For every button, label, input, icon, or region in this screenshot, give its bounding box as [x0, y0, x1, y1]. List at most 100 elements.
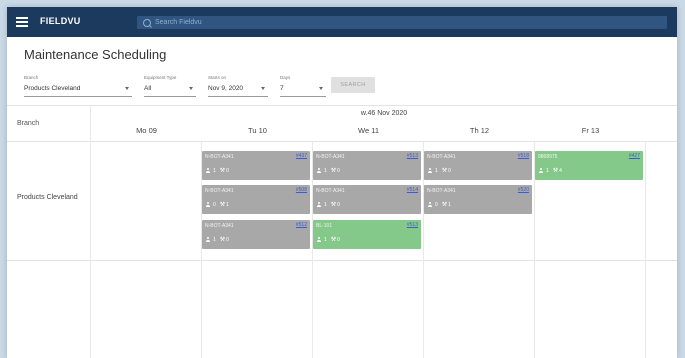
card-equipment-name: N-BOT-A341	[205, 188, 234, 194]
card-meta: 1 ⚒ 0	[316, 168, 340, 174]
person-icon	[316, 237, 322, 243]
days-underline	[280, 96, 326, 97]
card-people-count: 0	[213, 202, 216, 208]
card-meta: 1 ⚒ 0	[316, 237, 340, 243]
card-people-count: 1	[435, 168, 438, 174]
day-header-tue: Tu 10	[248, 126, 267, 135]
card-work-order-link[interactable]: #514	[407, 187, 418, 193]
menu-icon[interactable]	[16, 17, 28, 27]
card-meta: 0 ⚒ 1	[205, 202, 229, 208]
card-meta: 1 ⚒ 0	[205, 168, 229, 174]
schedule-card[interactable]: N-BOT-A341 #508 0 ⚒ 1	[202, 185, 310, 214]
wrench-icon: ⚒	[219, 202, 226, 208]
person-icon	[427, 168, 433, 174]
brand-logo[interactable]: FIELDVU	[40, 16, 81, 26]
search-icon	[143, 18, 151, 27]
card-tools-count: 0	[337, 237, 340, 243]
starts-on-underline	[208, 96, 268, 97]
card-meta: 1 ⚒ 0	[205, 237, 229, 243]
person-icon	[316, 168, 322, 174]
card-equipment-name: BL-101	[316, 223, 333, 229]
card-work-order-link[interactable]: #512	[296, 222, 307, 228]
card-equipment-name: 9868975	[538, 154, 558, 160]
top-app-bar: FIELDVU Search Fieldvu	[7, 7, 677, 37]
card-tools-count: 0	[337, 168, 340, 174]
person-icon	[316, 202, 322, 208]
starts-on-label: Starts on	[208, 75, 227, 80]
card-tools-count: 0	[226, 237, 229, 243]
card-meta: 0 ⚒ 1	[427, 202, 451, 208]
card-equipment-name: N-BOT-A341	[205, 154, 234, 160]
week-label: w.46 Nov 2020	[360, 110, 408, 117]
card-people-count: 1	[324, 168, 327, 174]
card-people-count: 1	[324, 237, 327, 243]
schedule-card[interactable]: 9868975 #427 1 ⚒ 4	[535, 151, 643, 180]
schedule-card[interactable]: N-BOT-A341 #437 1 ⚒ 0	[202, 151, 310, 180]
grid-divider	[90, 105, 91, 358]
card-people-count: 1	[546, 168, 549, 174]
card-work-order-link[interactable]: #437	[296, 153, 307, 159]
schedule-card[interactable]: N-BOT-A341 #514 1 ⚒ 0	[313, 185, 421, 214]
person-icon	[205, 237, 211, 243]
schedule-card[interactable]: N-BOT-A341 #513 1 ⚒ 0	[313, 151, 421, 180]
chevron-down-icon	[189, 87, 193, 90]
wrench-icon: ⚒	[330, 168, 337, 174]
day-header-wed: We 11	[358, 126, 379, 135]
card-equipment-name: N-BOT-A341	[316, 154, 345, 160]
person-icon	[427, 202, 433, 208]
wrench-icon: ⚒	[219, 237, 226, 243]
card-equipment-name: N-BOT-A341	[427, 188, 456, 194]
card-people-count: 1	[213, 168, 216, 174]
person-icon	[205, 168, 211, 174]
card-equipment-name: N-BOT-A341	[316, 188, 345, 194]
search-button[interactable]: SEARCH	[331, 77, 375, 93]
card-meta: 1 ⚒ 0	[427, 168, 451, 174]
card-tools-count: 1	[448, 202, 451, 208]
schedule-card[interactable]: N-BOT-A341 #512 1 ⚒ 0	[202, 220, 310, 249]
schedule-card[interactable]: BL-101 #513 1 ⚒ 0	[313, 220, 421, 249]
grid-divider	[645, 141, 646, 358]
grid-top-border	[7, 105, 677, 106]
card-work-order-link[interactable]: #508	[296, 187, 307, 193]
wrench-icon: ⚒	[552, 168, 559, 174]
branch-column-header: Branch	[17, 120, 40, 127]
grid-header-border	[7, 141, 677, 142]
card-equipment-name: N-BOT-A341	[427, 154, 456, 160]
card-work-order-link[interactable]: #513	[407, 222, 418, 228]
wrench-icon: ⚒	[441, 202, 448, 208]
equipment-type-value: All	[144, 85, 152, 92]
equipment-type-label: Equipment Type	[144, 75, 177, 80]
card-tools-count: 0	[448, 168, 451, 174]
card-people-count: 1	[324, 202, 327, 208]
page-title: Maintenance Scheduling	[24, 47, 167, 62]
card-tools-count: 0	[337, 202, 340, 208]
person-icon	[538, 168, 544, 174]
row-branch-name: Products Cleveland	[17, 194, 78, 201]
day-header-fri: Fr 13	[581, 126, 600, 135]
equipment-type-underline	[144, 96, 196, 97]
branch-select-underline	[24, 96, 132, 97]
chevron-down-icon	[319, 87, 323, 90]
wrench-icon: ⚒	[330, 202, 337, 208]
card-meta: 1 ⚒ 4	[538, 168, 562, 174]
day-header-mon: Mo 09	[136, 126, 157, 135]
schedule-card[interactable]: N-BOT-A341 #518 1 ⚒ 0	[424, 151, 532, 180]
card-work-order-link[interactable]: #520	[518, 187, 529, 193]
card-equipment-name: N-BOT-A341	[205, 223, 234, 229]
chevron-down-icon	[261, 87, 265, 90]
days-label: Days	[280, 75, 291, 80]
card-work-order-link[interactable]: #427	[629, 153, 640, 159]
card-work-order-link[interactable]: #518	[518, 153, 529, 159]
card-meta: 1 ⚒ 0	[316, 202, 340, 208]
schedule-card[interactable]: N-BOT-A341 #520 0 ⚒ 1	[424, 185, 532, 214]
search-input[interactable]: Search Fieldvu	[137, 16, 667, 29]
grid-row-border	[7, 260, 677, 261]
card-work-order-link[interactable]: #513	[407, 153, 418, 159]
wrench-icon: ⚒	[219, 168, 226, 174]
days-value: 7	[280, 85, 284, 92]
wrench-icon: ⚒	[441, 168, 448, 174]
card-tools-count: 1	[226, 202, 229, 208]
card-people-count: 0	[435, 202, 438, 208]
branch-select-value: Products Cleveland	[24, 85, 81, 92]
search-placeholder: Search Fieldvu	[155, 19, 202, 26]
